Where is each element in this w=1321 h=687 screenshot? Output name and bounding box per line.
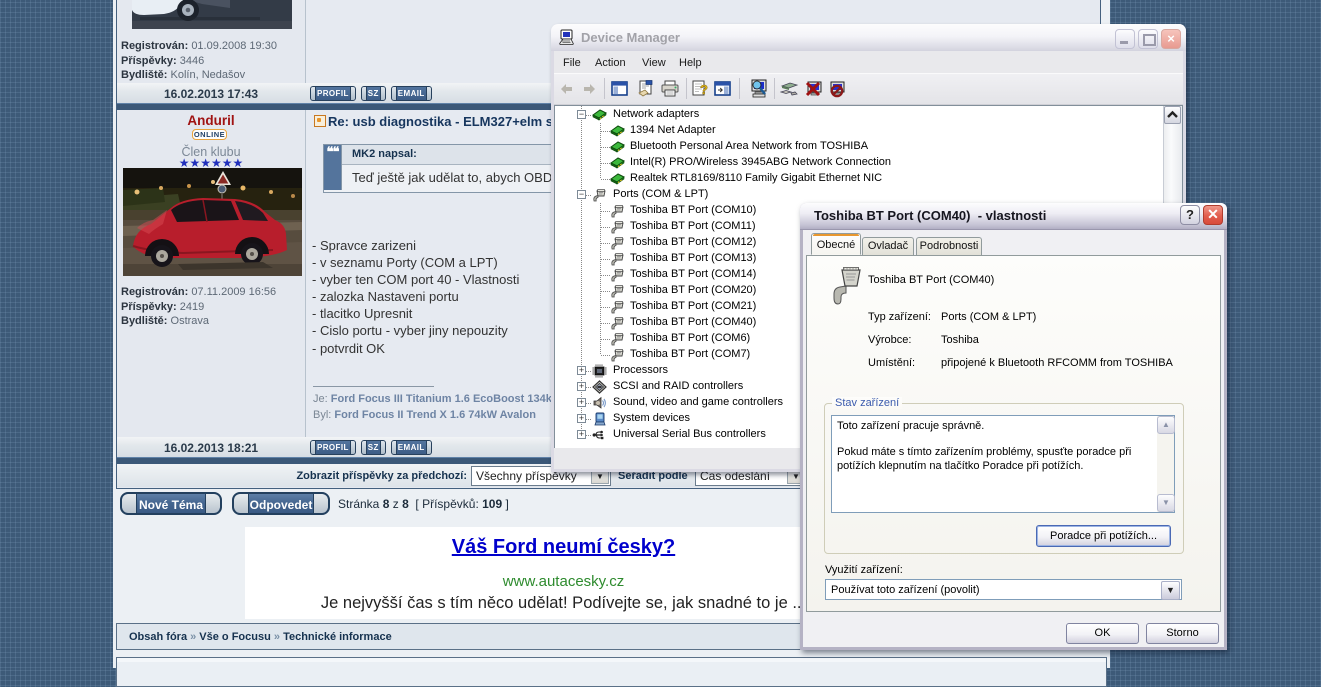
svg-text:?: ? (700, 82, 708, 97)
